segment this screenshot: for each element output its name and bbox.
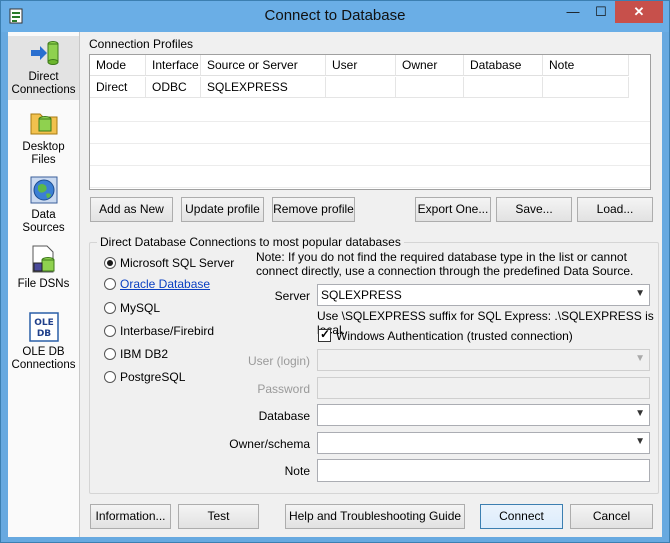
save-button[interactable]: Save... (496, 197, 572, 222)
sidebar-label-line: File DSNs (17, 278, 70, 290)
column-header-note[interactable]: Note (543, 55, 629, 76)
radio-indicator (104, 257, 116, 269)
table-empty-row (90, 99, 650, 122)
table-row[interactable]: Direct ODBC SQLEXPRESS (90, 77, 650, 99)
password-label: Password (257, 382, 310, 396)
direct-connections-icon (30, 41, 58, 65)
table-cell (396, 77, 464, 98)
connect-button[interactable]: Connect (480, 504, 563, 529)
column-header-source[interactable]: Source or Server (201, 55, 326, 76)
database-label: Database (258, 409, 310, 423)
sidebar-label-line: Data (31, 209, 56, 221)
windows-authentication-checkbox[interactable] (318, 327, 331, 342)
svg-text:OLE: OLE (34, 318, 54, 328)
sidebar-item-ole-db-connections[interactable]: OLE DB OLE DB Connections (8, 311, 79, 373)
column-header-user[interactable]: User (326, 55, 396, 76)
table-empty-row (90, 121, 650, 144)
sidebar-item-direct-connections[interactable]: Direct Connections (8, 36, 79, 100)
owner-schema-label: Owner/schema (229, 437, 310, 451)
cancel-button[interactable]: Cancel (570, 504, 653, 529)
radio-label: MySQL (120, 301, 161, 315)
radio-indicator (104, 348, 116, 360)
information-button[interactable]: Information... (90, 504, 171, 529)
dialog-client-area: Direct Connections Desktop Files Data So… (8, 32, 662, 537)
connection-type-sidebar: Direct Connections Desktop Files Data So… (8, 32, 80, 537)
direct-connections-panel: Connection Profiles Mode Interface Sourc… (80, 32, 662, 537)
sidebar-item-file-dsns[interactable]: File DSNs (8, 243, 79, 295)
chevron-down-icon[interactable]: ▼ (635, 408, 645, 419)
chevron-down-icon[interactable]: ▼ (635, 353, 645, 364)
minimize-button[interactable]: — (559, 1, 587, 23)
user-login-combobox[interactable]: ▼ (317, 349, 650, 371)
table-cell: ODBC (146, 77, 201, 98)
update-profile-button[interactable]: Update profile (181, 197, 264, 222)
server-label: Server (274, 289, 310, 303)
connection-profiles-table[interactable]: Mode Interface Source or Server User Own… (89, 54, 651, 190)
windows-authentication-label: Windows Authentication (trusted connecti… (336, 329, 573, 343)
note-input[interactable] (317, 459, 650, 482)
data-sources-icon (30, 176, 57, 204)
add-as-new-button[interactable]: Add as New (90, 197, 173, 222)
help-troubleshooting-button[interactable]: Help and Troubleshooting Guide (285, 504, 465, 529)
sidebar-label-line: OLE DB (22, 346, 65, 358)
database-combobox[interactable]: ▼ (317, 404, 650, 426)
table-cell (326, 77, 396, 98)
table-header-row: Mode Interface Source or Server User Own… (90, 55, 650, 77)
owner-schema-combobox[interactable]: ▼ (317, 432, 650, 454)
radio-indicator (104, 325, 116, 337)
sidebar-label-line: Files (31, 154, 56, 166)
radio-indicator (104, 278, 116, 290)
password-field[interactable] (317, 377, 650, 399)
column-header-interface[interactable]: Interface (146, 55, 201, 76)
remove-profile-button[interactable]: Remove profile (272, 197, 355, 222)
ole-db-icon: OLE DB (28, 312, 59, 342)
title-bar[interactable]: Connect to Database — ☐ ✕ (1, 1, 669, 32)
sidebar-item-desktop-files[interactable]: Desktop Files (8, 106, 79, 168)
column-header-owner[interactable]: Owner (396, 55, 464, 76)
connect-to-database-window: Connect to Database — ☐ ✕ Direct Connect… (0, 0, 670, 543)
test-button[interactable]: Test (178, 504, 259, 529)
close-button[interactable]: ✕ (615, 1, 663, 23)
sidebar-item-data-sources[interactable]: Data Sources (8, 174, 79, 236)
maximize-button[interactable]: ☐ (587, 1, 615, 23)
table-cell (543, 77, 629, 98)
radio-label: IBM DB2 (120, 347, 169, 361)
chevron-down-icon[interactable]: ▼ (635, 288, 645, 299)
radio-label: PostgreSQL (120, 370, 186, 384)
note-label: Note (284, 464, 310, 478)
table-cell (464, 77, 543, 98)
server-value: SQLEXPRESS (321, 288, 402, 302)
sidebar-label-line: Sources (22, 222, 65, 234)
table-empty-row (90, 143, 650, 166)
export-one-button[interactable]: Export One... (415, 197, 491, 222)
sidebar-label-line: Direct (28, 71, 59, 83)
sidebar-label-line: Desktop (22, 141, 65, 153)
user-login-label: User (login) (247, 354, 310, 368)
radio-label: Microsoft SQL Server (120, 256, 235, 270)
connection-note-text: Note: If you do not find the required da… (256, 250, 634, 278)
direct-connections-group-title: Direct Database Connections to most popu… (97, 235, 404, 249)
table-cell: Direct (90, 77, 146, 98)
sidebar-label-line: Connections (11, 84, 76, 96)
radio-indicator (104, 302, 116, 314)
column-header-mode[interactable]: Mode (90, 55, 146, 76)
column-header-database[interactable]: Database (464, 55, 543, 76)
connection-profiles-title: Connection Profiles (89, 37, 194, 51)
desktop-files-icon (30, 113, 57, 135)
table-cell: SQLEXPRESS (201, 77, 326, 98)
sidebar-label-line: Connections (11, 359, 76, 371)
load-button[interactable]: Load... (577, 197, 653, 222)
radio-indicator (104, 371, 116, 383)
svg-text:DB: DB (36, 329, 50, 339)
chevron-down-icon[interactable]: ▼ (635, 436, 645, 447)
file-dsns-icon (32, 245, 54, 273)
table-empty-row (90, 165, 650, 188)
server-combobox[interactable]: SQLEXPRESS ▼ (317, 284, 650, 306)
radio-label: Interbase/Firebird (120, 324, 215, 338)
